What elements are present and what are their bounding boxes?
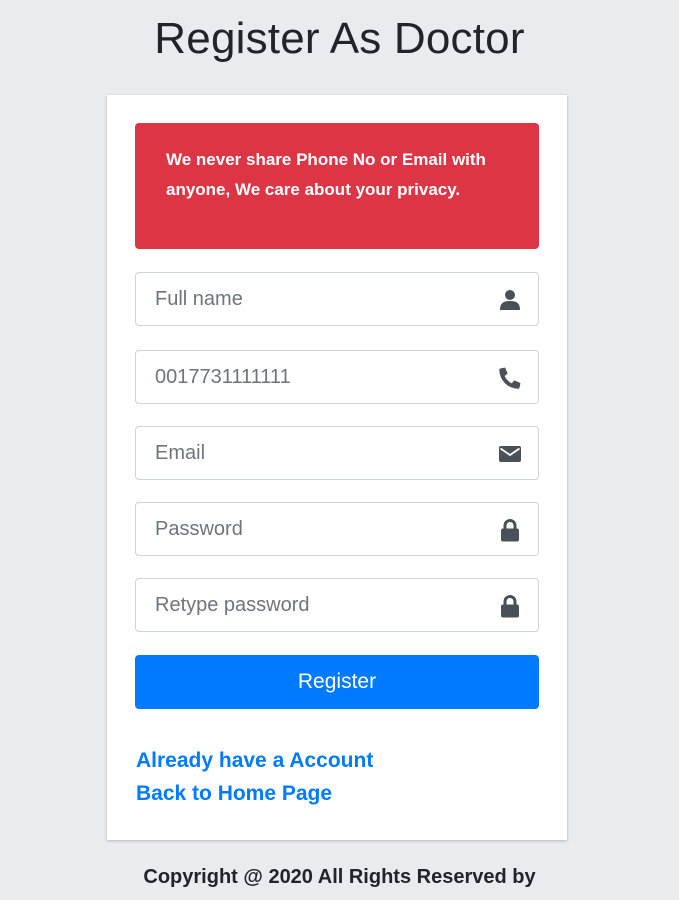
lock-icon <box>498 518 522 542</box>
full-name-field <box>135 272 539 326</box>
phone-field <box>135 350 539 404</box>
envelope-icon <box>498 442 522 466</box>
lock-icon <box>498 594 522 618</box>
back-to-home-link[interactable]: Back to Home Page <box>136 781 332 807</box>
password-field <box>135 502 539 556</box>
email-input[interactable] <box>136 427 476 479</box>
privacy-alert: We never share Phone No or Email with an… <box>135 123 539 249</box>
already-have-account-link[interactable]: Already have a Account <box>136 748 373 774</box>
retype-password-field <box>135 578 539 632</box>
email-field <box>135 426 539 480</box>
full-name-input[interactable] <box>136 273 476 325</box>
phone-icon <box>498 366 522 390</box>
register-card: We never share Phone No or Email with an… <box>107 95 567 840</box>
copyright-footer: Copyright @ 2020 All Rights Reserved by <box>143 866 536 888</box>
retype-password-input[interactable] <box>136 579 476 631</box>
phone-input[interactable] <box>136 351 476 403</box>
page-title: Register As Doctor <box>154 14 525 63</box>
password-input[interactable] <box>136 503 476 555</box>
register-button[interactable]: Register <box>135 655 539 709</box>
user-icon <box>498 288 522 312</box>
